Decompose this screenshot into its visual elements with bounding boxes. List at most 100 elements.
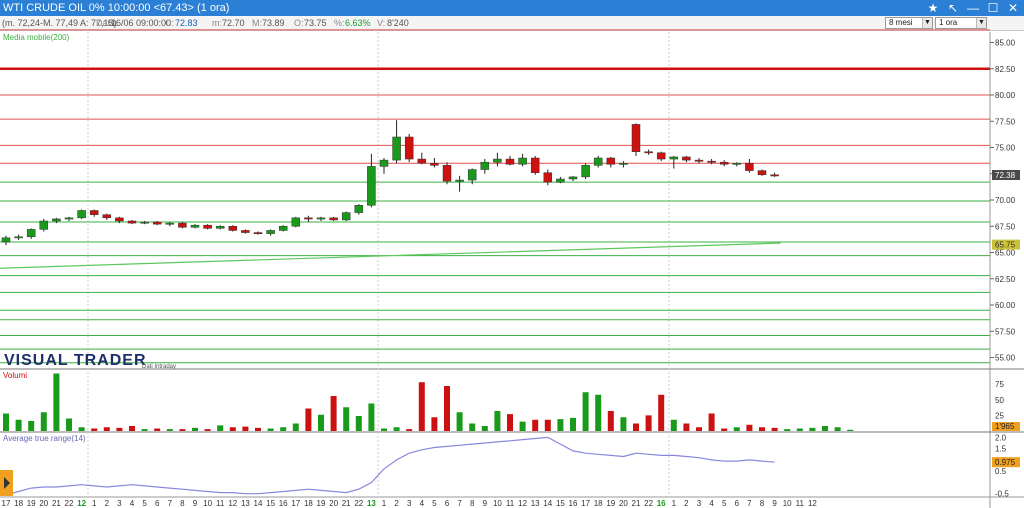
time-tick-label: 14 <box>254 499 263 508</box>
candle-body <box>329 217 338 221</box>
volume-bar <box>595 394 602 431</box>
volume-bar <box>721 428 728 431</box>
time-tick-label: 1 <box>92 499 97 508</box>
volume-bar <box>847 429 854 431</box>
candle-body <box>127 220 137 224</box>
time-tick-label: 22 <box>644 499 653 508</box>
candle-body <box>593 157 603 166</box>
price-tick-label: 65.00 <box>995 249 1016 258</box>
volume-bar <box>103 427 110 431</box>
time-tick-label: 12 <box>228 499 237 508</box>
time-tick-label: 9 <box>483 499 488 508</box>
volume-bar <box>759 427 765 431</box>
volume-bar <box>570 417 576 431</box>
price-tick-label: 77.50 <box>995 117 1016 126</box>
candle-body <box>52 218 61 222</box>
volume-bar <box>267 428 274 431</box>
candle-body <box>430 163 439 166</box>
time-tick-label: 7 <box>747 499 752 508</box>
candle-body <box>719 161 729 165</box>
volume-bar <box>116 427 123 431</box>
volume-bar <box>683 423 690 431</box>
time-tick-label: 4 <box>420 499 425 508</box>
volume-bar <box>280 427 287 431</box>
candle-body <box>266 230 275 234</box>
candle-body <box>619 163 628 165</box>
candle-body <box>354 205 364 213</box>
time-tick-label: 2 <box>105 499 110 508</box>
volume-bar <box>91 428 98 431</box>
volume-bar <box>696 427 702 431</box>
volume-bar <box>292 423 299 431</box>
current-price-label: 72.38 <box>995 171 1016 180</box>
volume-tick-label: 50 <box>995 396 1004 405</box>
candle-body <box>39 220 49 230</box>
candle-body <box>480 161 490 170</box>
candle-body <box>178 222 187 228</box>
candle-body <box>102 214 112 219</box>
volume-bar <box>381 428 387 431</box>
volume-bar <box>771 427 778 431</box>
volume-bar <box>633 423 639 431</box>
volume-bar <box>557 419 564 431</box>
time-tick-label: 6 <box>155 499 160 508</box>
moving-average-value-label: 65.75 <box>995 241 1016 250</box>
time-tick-label: 20 <box>619 499 628 508</box>
candle-body <box>316 217 326 220</box>
candle-body <box>278 226 288 231</box>
time-tick-label: 18 <box>14 499 23 508</box>
moving-average-label: Media mobile(200) <box>3 33 70 42</box>
price-tick-label: 60.00 <box>995 301 1016 310</box>
candle-body <box>606 157 616 165</box>
time-tick-label: 7 <box>168 499 173 508</box>
volume-bar <box>519 421 526 431</box>
volume-bar <box>355 416 362 431</box>
volume-bar <box>393 427 400 431</box>
candle-body <box>304 217 313 220</box>
candle-body <box>707 160 716 163</box>
candle-body <box>89 210 99 215</box>
time-tick-label: 4 <box>709 499 714 508</box>
candle-body <box>203 224 212 229</box>
candle-body <box>392 136 401 161</box>
time-tick-label: 22 <box>354 499 363 508</box>
time-tick-label: 15 <box>266 499 275 508</box>
candle-body <box>631 124 641 152</box>
volume-bar <box>330 396 337 431</box>
candle-body <box>291 217 301 227</box>
volume-bar <box>544 419 551 431</box>
volume-bar <box>53 373 60 431</box>
price-tick-label: 70.00 <box>995 196 1016 205</box>
time-tick-label: 9 <box>193 499 198 508</box>
chart-area[interactable]: 85.0082.5080.0077.5075.0072.5070.0067.50… <box>0 0 1024 508</box>
time-tick-label: 19 <box>27 499 36 508</box>
candle-body <box>64 217 74 220</box>
price-tick-label: 82.50 <box>995 65 1016 74</box>
time-tick-label: 12 <box>518 499 527 508</box>
time-tick-label: 8 <box>470 499 475 508</box>
price-tick-label: 80.00 <box>995 91 1016 100</box>
candle-body <box>682 156 691 161</box>
candle-body <box>556 178 565 183</box>
volume-last-label: 1'965 <box>995 422 1015 431</box>
volume-bar <box>204 429 211 431</box>
time-tick-label: 11 <box>796 499 805 508</box>
candle-body <box>644 151 653 154</box>
time-tick-label: 1 <box>672 499 677 508</box>
time-tick-label: 2 <box>684 499 689 508</box>
candle-body <box>115 217 124 222</box>
candle-body <box>518 157 527 165</box>
time-tick-label: 13 <box>241 499 250 508</box>
volume-bar <box>532 419 539 431</box>
atr-panel-label: Average true range(14) <box>3 434 86 443</box>
candle-body <box>14 236 23 239</box>
time-tick-label: 20 <box>329 499 338 508</box>
volume-bar <box>494 411 501 431</box>
time-tick-label: 3 <box>697 499 702 508</box>
volume-bar <box>15 419 22 431</box>
volume-bar <box>179 429 186 431</box>
volume-bar <box>66 418 72 431</box>
time-tick-label: 17 <box>2 499 11 508</box>
time-tick-label: 15 <box>556 499 565 508</box>
volume-bar <box>469 423 476 431</box>
